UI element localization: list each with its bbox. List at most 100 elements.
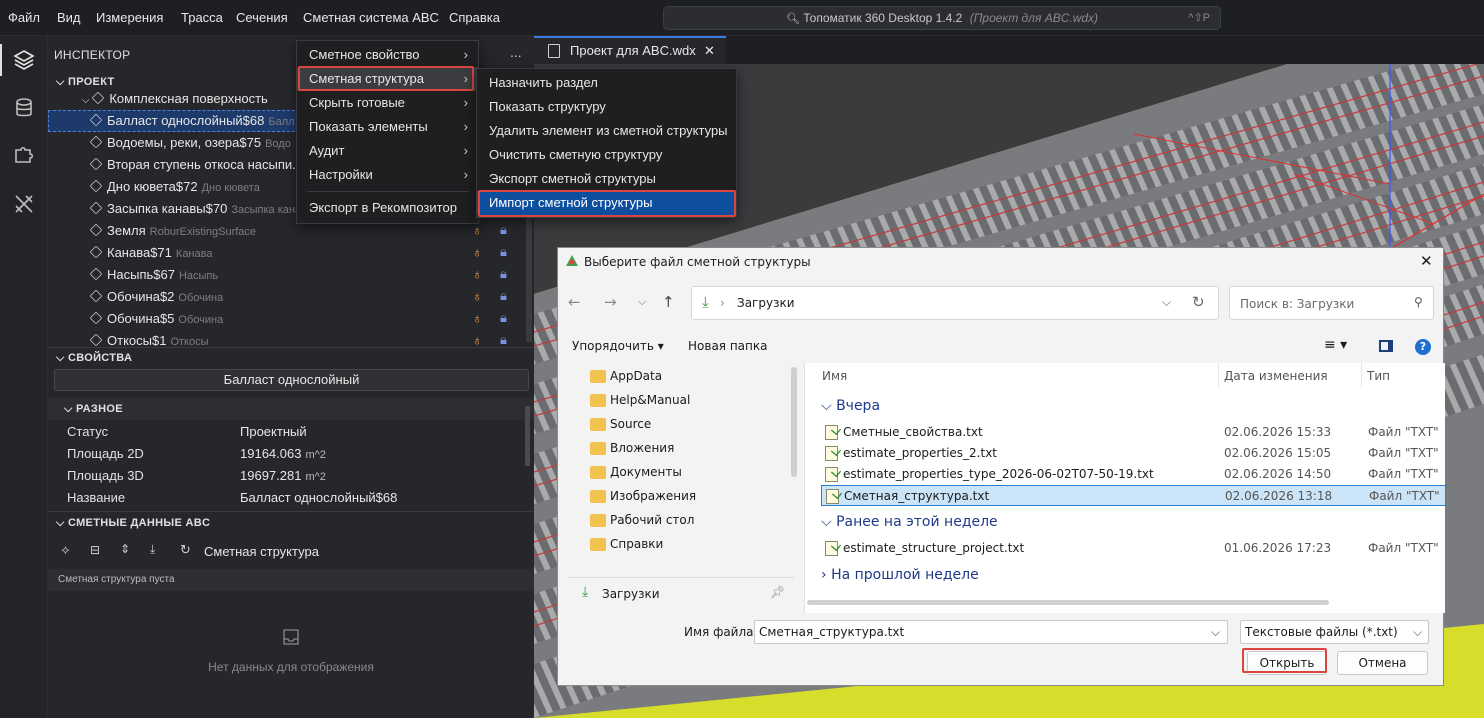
context-menu-item[interactable]: Аудит ›	[297, 139, 478, 163]
more-icon[interactable]: ...	[510, 44, 522, 60]
lock-icon[interactable]: 🔒︎	[500, 310, 507, 326]
menu-sections[interactable]: Сечения	[236, 10, 288, 25]
nav-scrollbar[interactable]	[791, 367, 797, 477]
file-list-h-scrollbar[interactable]	[807, 600, 1329, 605]
context-menu-item[interactable]: Показать элементы ›	[297, 115, 478, 139]
refresh-icon[interactable]: ↻	[1192, 293, 1205, 311]
submenu-item[interactable]: Удалить элемент из сметной структуры	[477, 119, 736, 143]
menu-file[interactable]: Файл	[8, 10, 40, 25]
organize-button[interactable]: Упорядочить ▾	[572, 339, 664, 353]
pin-icon[interactable]: 📌︎	[770, 585, 785, 599]
lock-icon[interactable]: 🔒︎	[500, 222, 507, 238]
submenu-item[interactable]: Показать структуру	[477, 95, 736, 119]
context-menu-item[interactable]: Экспорт в Рекомпозитор	[297, 196, 478, 220]
cancel-button[interactable]: Отмена	[1337, 651, 1428, 675]
tree-item[interactable]: Насыпь$67 Насыпь	[48, 264, 534, 286]
filter-clear-icon[interactable]: ⊟	[90, 543, 100, 557]
nav-folder[interactable]: AppData	[610, 369, 662, 383]
group-this-week[interactable]: ⌵ Ранее на этой неделе	[821, 514, 998, 530]
expand-all-icon[interactable]: ⇕	[120, 542, 130, 556]
group-yesterday[interactable]: ⌵ Вчера	[821, 398, 880, 414]
property-label: Название	[67, 490, 126, 505]
editor-tab[interactable]: Проект для ABC.wdx ✕	[534, 36, 726, 64]
menu-route[interactable]: Трасса	[181, 10, 223, 25]
submenu-item[interactable]: Назначить раздел	[477, 71, 736, 95]
nav-folder[interactable]: Документы	[610, 465, 682, 479]
puzzle-icon[interactable]	[12, 142, 36, 166]
quick-access-downloads[interactable]: Загрузки	[602, 587, 660, 601]
file-row[interactable]: Сметная_структура.txt 02.06.2026 13:18 Фай…	[821, 485, 1446, 506]
file-row[interactable]: estimate_properties_type_2026-06-02T07-5…	[821, 464, 1446, 485]
preview-pane-icon[interactable]	[1379, 340, 1393, 352]
lock-icon[interactable]: 🔒︎	[500, 244, 507, 260]
nav-folder[interactable]: Изображения	[610, 489, 696, 503]
close-icon[interactable]: ✕	[704, 38, 715, 64]
forward-icon[interactable]: →	[604, 293, 617, 311]
chevron-down-icon[interactable]: ⌵	[1211, 625, 1220, 640]
tools-icon[interactable]	[12, 192, 36, 216]
nav-folder[interactable]: Вложения	[610, 441, 674, 455]
text-file-icon	[825, 446, 838, 461]
collapse-all-icon[interactable]: ⤓	[150, 542, 155, 557]
file-row[interactable]: Сметные_свойства.txt 02.06.2026 15:33 Файл…	[821, 422, 1446, 443]
search-input[interactable]: Поиск в: Загрузки	[1240, 297, 1354, 311]
chevron-down-icon[interactable]: ⌵	[638, 295, 646, 309]
submenu-item[interactable]: Импорт сметной структуры	[477, 191, 736, 215]
lock-icon[interactable]: 🔒︎	[500, 332, 507, 348]
estimate-section-header[interactable]: ⌵ СМЕТНЫЕ ДАННЫЕ ABC	[56, 517, 210, 539]
file-type-select[interactable]: Текстовые файлы (*.txt) ⌵	[1240, 620, 1429, 644]
sparkle-icon[interactable]: ✧	[60, 543, 71, 559]
nav-folder[interactable]: Справки	[610, 537, 663, 551]
group-last-week[interactable]: › На прошлой неделе	[821, 567, 979, 583]
nav-folder[interactable]: Рабочий стол	[610, 513, 694, 527]
view-menu-icon[interactable]: ≡ ▾	[1324, 337, 1347, 353]
context-menu-item[interactable]: Сметная структура ›	[297, 67, 478, 91]
tree-item[interactable]: Обочина$2 Обочина	[48, 286, 534, 308]
properties-scrollbar[interactable]	[525, 406, 530, 466]
tree-item[interactable]: Обочина$5 Обочина	[48, 308, 534, 330]
nav-folder[interactable]: Source	[610, 417, 651, 431]
menu-item-label: Скрыть готовые	[309, 95, 405, 110]
database-icon[interactable]	[12, 96, 36, 120]
refresh-icon[interactable]: ↻	[180, 542, 191, 558]
search-field[interactable]: Поиск в: Загрузки ⚲	[1229, 286, 1434, 320]
column-date[interactable]: Дата изменения	[1224, 369, 1328, 383]
address-bar[interactable]: ⤓ › Загрузки ⌵ ↻	[691, 286, 1219, 320]
file-row[interactable]: estimate_properties_2.txt 02.06.2026 15:0…	[821, 443, 1446, 464]
open-button[interactable]: Открыть	[1247, 651, 1327, 675]
new-folder-button[interactable]: Новая папка	[688, 339, 767, 353]
menu-estimate-system[interactable]: Сметная система ABC	[303, 10, 439, 25]
submenu-item[interactable]: Очистить сметную структуру	[477, 143, 736, 167]
context-menu-item[interactable]: Настройки ›	[297, 163, 478, 187]
visibility-bulb-icon[interactable]: ♁	[472, 288, 483, 304]
menu-measurements[interactable]: Измерения	[96, 10, 163, 25]
menu-view[interactable]: Вид	[57, 10, 81, 25]
file-name: Сметные_свойства.txt	[843, 425, 983, 439]
up-icon[interactable]: ↑	[662, 293, 675, 311]
help-icon[interactable]: ?	[1415, 339, 1431, 355]
file-row[interactable]: estimate_structure_project.txt 01.06.2026…	[821, 538, 1446, 559]
tree-item[interactable]: Канава$71 Канава	[48, 242, 534, 264]
command-search[interactable]: 🔍︎ Топоматик 360 Desktop 1.4.2 (Проект д…	[663, 6, 1221, 30]
visibility-bulb-icon[interactable]: ♁	[472, 332, 483, 348]
close-icon[interactable]: ✕	[1420, 252, 1433, 270]
visibility-bulb-icon[interactable]: ♁	[472, 244, 483, 260]
context-menu-item[interactable]: Скрыть готовые ›	[297, 91, 478, 115]
menu-help[interactable]: Справка	[449, 10, 500, 25]
column-name[interactable]: Имя	[822, 369, 847, 383]
nav-folder[interactable]: Help&Manual	[610, 393, 690, 407]
visibility-bulb-icon[interactable]: ♁	[472, 310, 483, 326]
chevron-down-icon[interactable]: ⌵	[1162, 295, 1171, 310]
visibility-bulb-icon[interactable]: ♁	[472, 266, 483, 282]
context-menu-item[interactable]: Сметное свойство ›	[297, 43, 478, 67]
filename-input[interactable]: Сметная_структура.txt ⌵	[754, 620, 1228, 644]
submenu-item[interactable]: Экспорт сметной структуры	[477, 167, 736, 191]
tree-item[interactable]: Откосы$1 Откосы	[48, 330, 534, 352]
lock-icon[interactable]: 🔒︎	[500, 266, 507, 282]
surface-icon	[89, 333, 103, 347]
visibility-bulb-icon[interactable]: ♁	[472, 222, 483, 238]
lock-icon[interactable]: 🔒︎	[500, 288, 507, 304]
layers-icon[interactable]	[12, 48, 36, 72]
column-type[interactable]: Тип	[1367, 369, 1390, 383]
back-icon[interactable]: ←	[568, 293, 581, 311]
